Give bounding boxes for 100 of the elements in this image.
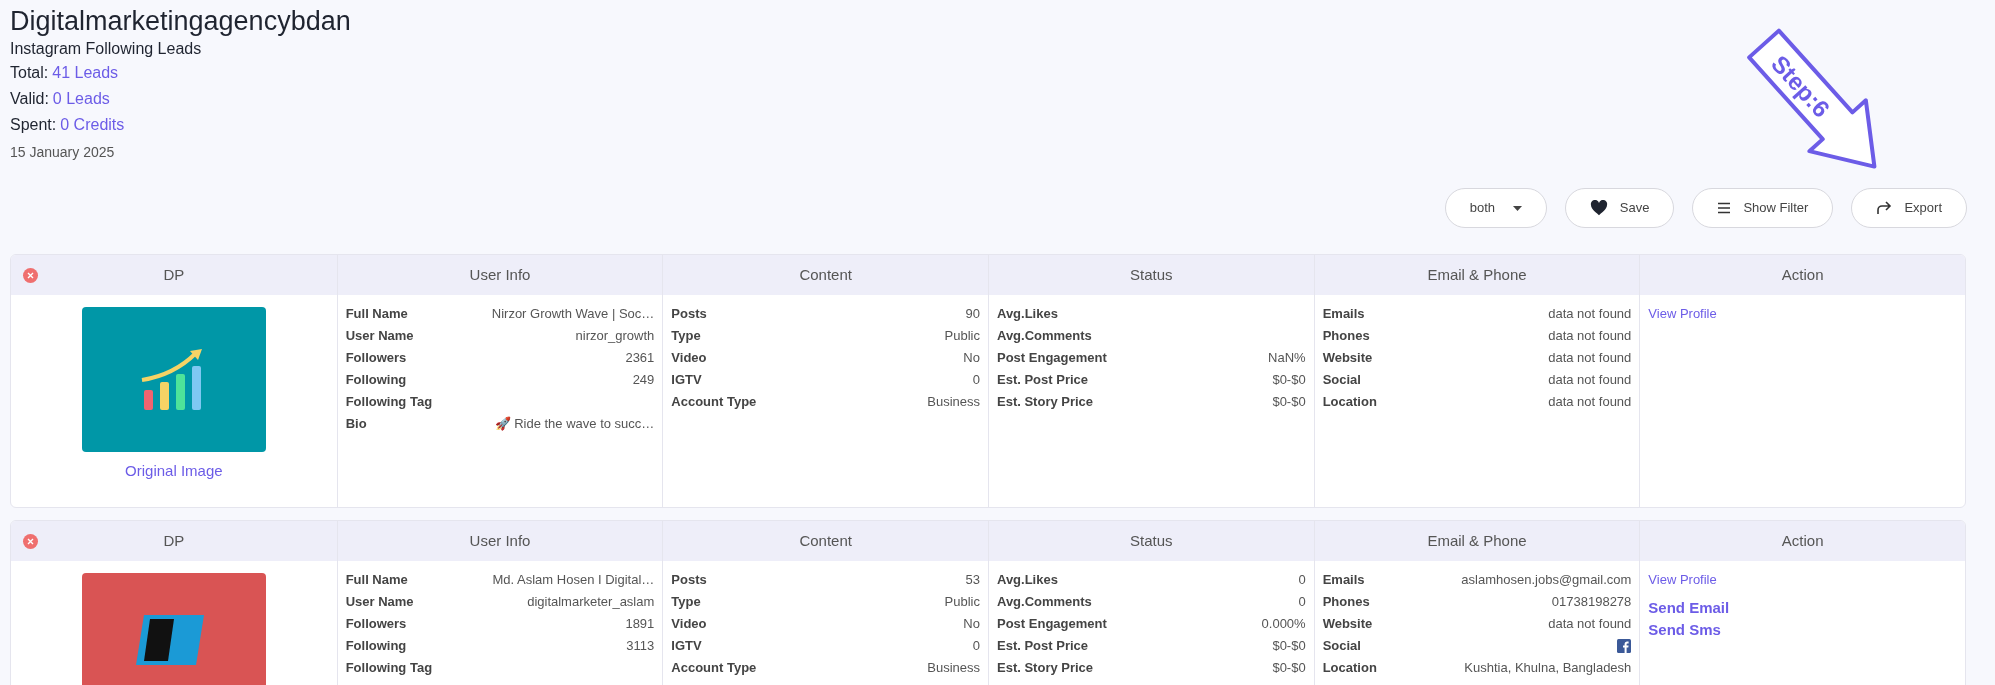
view-profile-link[interactable]: View Profile	[1648, 303, 1717, 325]
type-dropdown[interactable]: both	[1444, 188, 1547, 228]
field-label: Avg.Likes	[997, 571, 1058, 590]
column-header: Action	[1781, 264, 1824, 285]
field-label: Emails	[1322, 305, 1365, 324]
toolbar-button[interactable]: Export	[1851, 188, 1967, 228]
field-label: Following Tag	[345, 659, 433, 678]
stat-value: 41 Leads	[52, 63, 119, 83]
column-header: User Info	[469, 264, 531, 285]
field-value: Kushtia, Khulna, Bangladesh	[1464, 659, 1632, 678]
field-label: Followers	[345, 615, 407, 634]
column-header: Content	[799, 530, 852, 551]
remove-icon[interactable]	[23, 267, 38, 283]
field-value: 3113	[626, 637, 655, 656]
column-header: Content	[799, 264, 852, 285]
field-value: data not found	[1548, 371, 1632, 390]
field-label: Emails	[1322, 571, 1365, 590]
view-profile-link[interactable]: View Profile	[1648, 569, 1717, 591]
field-label: Est. Post Price	[997, 371, 1089, 390]
remove-icon[interactable]	[23, 533, 38, 549]
field-value: 249	[632, 371, 655, 390]
field-label: Post Engagement	[997, 615, 1107, 634]
field-label: Followers	[345, 349, 407, 368]
field-value: nirzor_growth	[575, 327, 655, 346]
facebook-icon[interactable]	[1617, 639, 1632, 653]
field-label: IGTV	[671, 371, 702, 390]
heart-icon	[1589, 200, 1608, 216]
menu-icon	[1717, 202, 1732, 214]
field-value: data not found	[1548, 349, 1632, 368]
field-value: aslamhosen.jobs@gmail.com	[1461, 571, 1632, 590]
page-title: Digitalmarketingagencybdan	[10, 5, 352, 38]
column-header: Status	[1130, 530, 1173, 551]
field-value: 0.000%	[1261, 615, 1306, 634]
column-header: DP	[163, 264, 185, 285]
field-value: NaN%	[1268, 349, 1306, 368]
field-label: Following Tag	[345, 393, 433, 412]
field-value: 0	[1298, 593, 1306, 612]
field-label: Est. Story Price	[997, 659, 1094, 678]
action-link[interactable]: Send Email	[1648, 597, 1730, 619]
field-label: Social	[1322, 637, 1361, 656]
field-label: Account Type	[671, 659, 757, 678]
field-label: Phones	[1322, 327, 1370, 346]
column-header: Email & Phone	[1427, 530, 1527, 551]
field-label: Posts	[671, 305, 707, 324]
field-value: 1891	[625, 615, 655, 634]
field-value: 2361	[625, 349, 655, 368]
field-value: data not found	[1548, 305, 1632, 324]
field-value: $0-$0	[1272, 637, 1306, 656]
field-value: data not found	[1548, 393, 1632, 412]
field-label: Bio	[345, 415, 367, 434]
field-label: Following	[345, 637, 407, 656]
field-label: Video	[671, 615, 707, 634]
field-value: data not found	[1548, 327, 1632, 346]
toolbar-button[interactable]: Show Filter	[1692, 188, 1834, 228]
original-image-link[interactable]: Original Image	[125, 460, 223, 483]
column-header: Status	[1130, 264, 1173, 285]
subtitle: Instagram Following Leads	[10, 39, 203, 59]
field-value: Business	[927, 393, 980, 412]
field-label: Full Name	[345, 571, 408, 590]
field-value: 90	[965, 305, 980, 324]
field-label: User Name	[345, 327, 414, 346]
toolbar-button[interactable]: Save	[1564, 188, 1675, 228]
column-header: Action	[1781, 530, 1824, 551]
field-label: Website	[1322, 615, 1373, 634]
field-value: $0-$0	[1272, 371, 1306, 390]
field-label: IGTV	[671, 637, 702, 656]
field-label: Social	[1322, 371, 1361, 390]
field-value: Public	[944, 593, 980, 612]
field-value: 0	[1298, 571, 1306, 590]
field-value: No	[963, 615, 980, 634]
field-label: Type	[671, 593, 701, 612]
date-text: 15 January 2025	[10, 143, 116, 162]
action-link[interactable]: Send Sms	[1648, 619, 1721, 641]
field-value: data not found	[1548, 615, 1632, 634]
column-header: User Info	[469, 530, 531, 551]
column-header: Email & Phone	[1427, 264, 1527, 285]
field-value: Nirzor Growth Wave | Soc…	[491, 305, 655, 324]
field-value: Public	[944, 327, 980, 346]
field-value: No	[963, 349, 980, 368]
field-label: Phones	[1322, 593, 1370, 612]
field-label: Video	[671, 349, 707, 368]
column-header: DP	[163, 530, 185, 551]
caret-icon	[1512, 205, 1522, 211]
field-value: 0	[972, 637, 980, 656]
field-value: digitalmarketer_aslam	[527, 593, 655, 612]
field-label: Following	[345, 371, 407, 390]
field-label: Avg.Comments	[997, 593, 1092, 612]
field-value: 53	[965, 571, 980, 590]
field-label: User Name	[345, 593, 414, 612]
stat-value: 0 Leads	[52, 89, 110, 109]
field-label: Account Type	[671, 393, 757, 412]
share-arrow-icon	[1876, 201, 1893, 215]
field-label: Location	[1322, 393, 1377, 412]
stat-value: 0 Credits	[60, 115, 125, 135]
stat-label: Valid:	[10, 89, 49, 109]
field-label: Post Engagement	[997, 349, 1107, 368]
field-label: Avg.Comments	[997, 327, 1092, 346]
field-label: Type	[671, 327, 701, 346]
field-label: Avg.Likes	[997, 305, 1058, 324]
stat-label: Total:	[10, 63, 49, 83]
